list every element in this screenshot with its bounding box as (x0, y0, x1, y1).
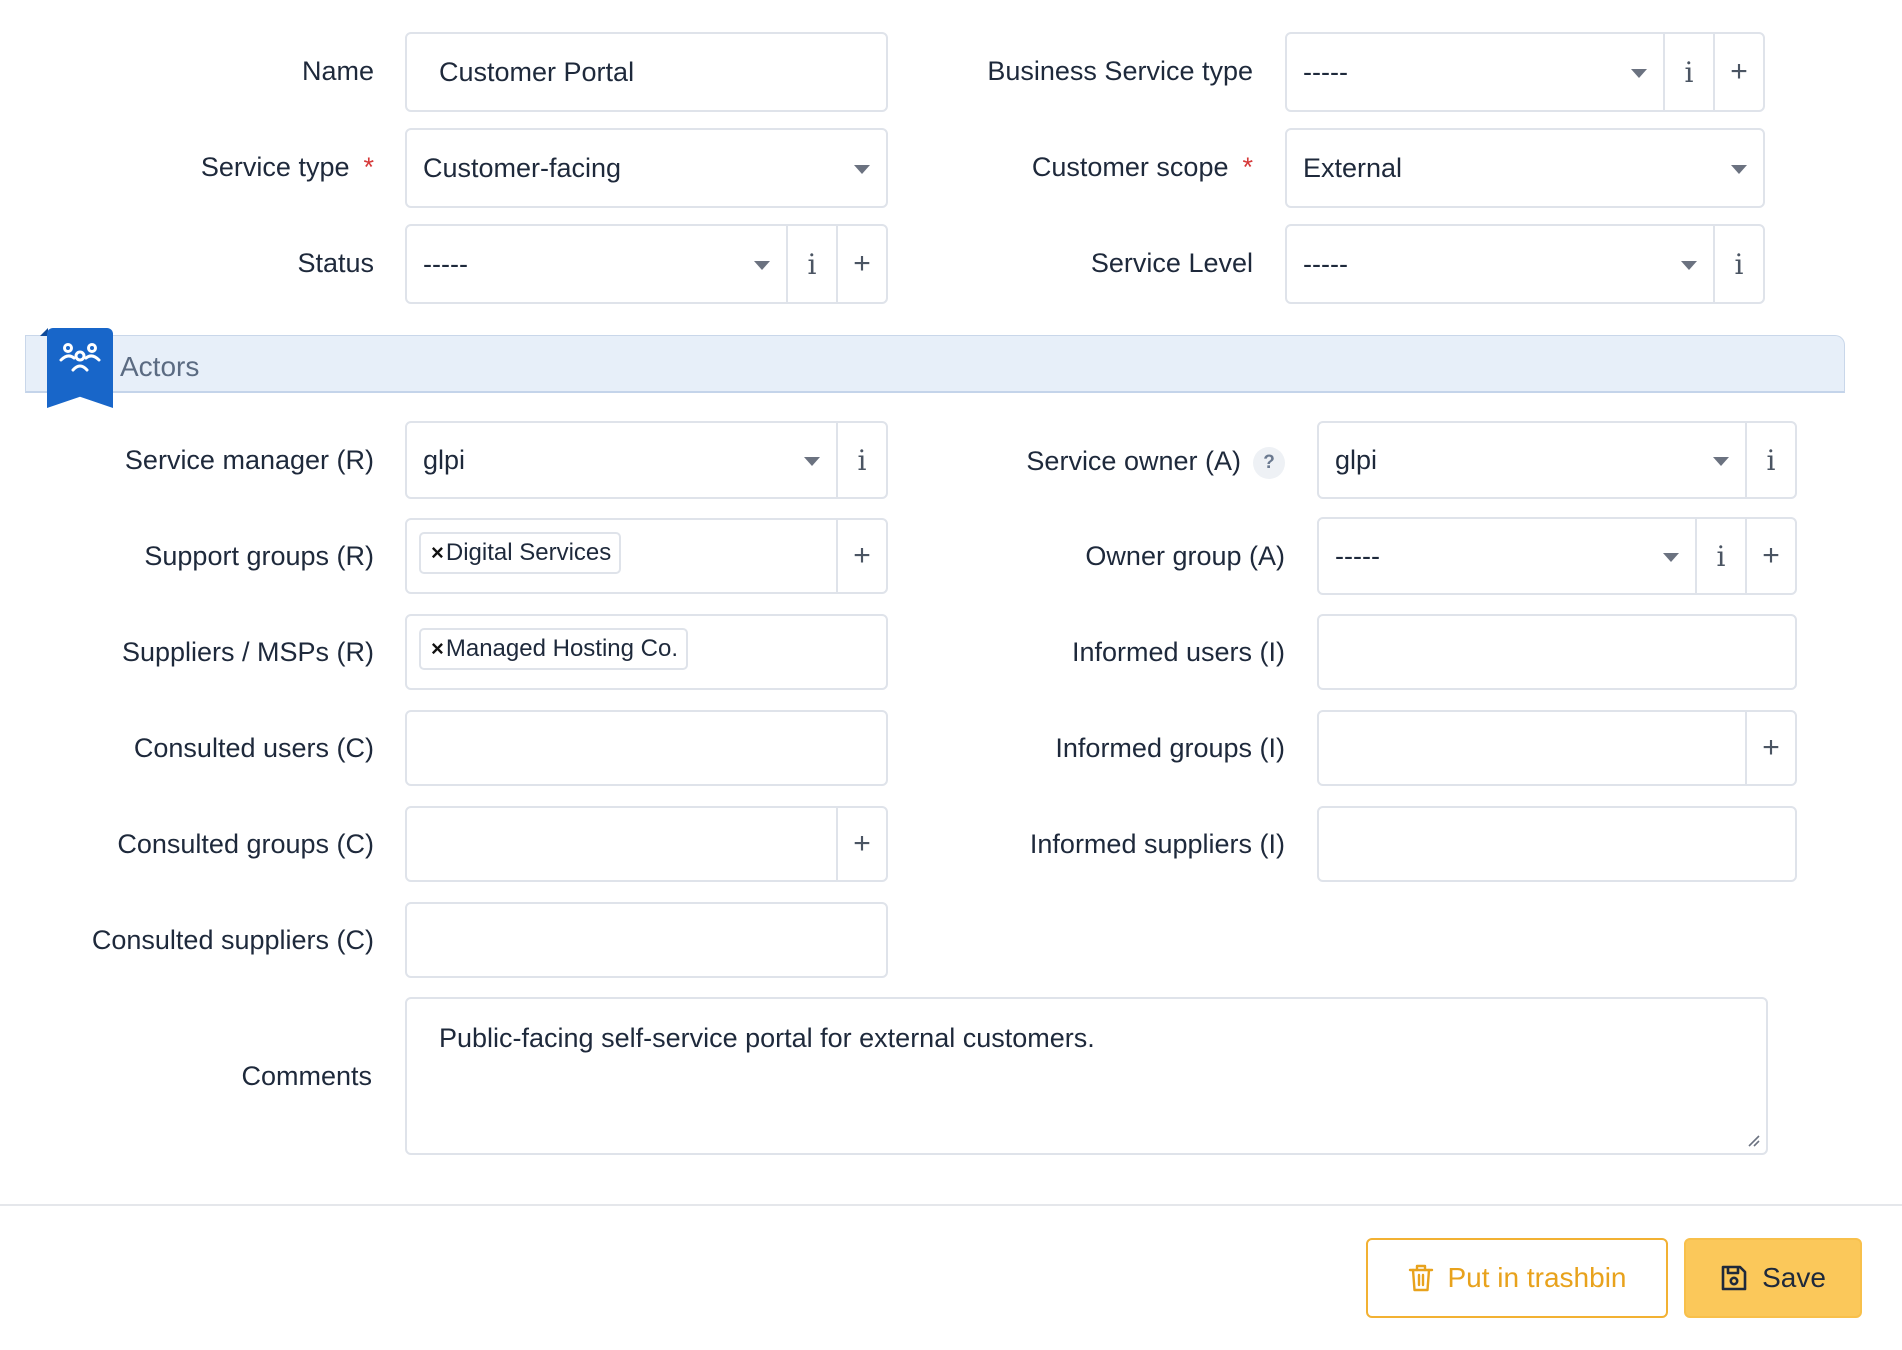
customer-scope-value[interactable]: External (1287, 130, 1763, 206)
chevron-down-icon (1663, 553, 1679, 562)
name-input[interactable]: Customer Portal (405, 32, 888, 112)
owner-group-select[interactable]: ----- i + (1317, 517, 1797, 595)
remove-chip-button[interactable]: × (431, 540, 444, 566)
consulted-users-label: Consulted users (C) (133, 733, 374, 763)
chevron-down-icon (804, 457, 820, 466)
service-type-select[interactable]: Customer-facing (405, 128, 888, 208)
comments-label: Comments (241, 1061, 372, 1091)
service-type-label: Service type * (200, 152, 374, 182)
add-button[interactable]: + (836, 808, 886, 880)
selected-chip: × Digital Services (419, 532, 622, 574)
informed-users-select[interactable] (1317, 614, 1797, 690)
informed-suppliers-label: Informed suppliers (I) (1029, 829, 1285, 859)
actors-section-title[interactable]: Actors (120, 351, 199, 383)
info-button[interactable]: i (1713, 226, 1763, 302)
suppliers-value[interactable]: × Managed Hosting Co. (407, 616, 886, 688)
informed-groups-label: Informed groups (I) (1055, 733, 1285, 763)
consulted-users-value[interactable] (407, 712, 886, 784)
informed-users-value[interactable] (1319, 616, 1795, 688)
required-mark: * (1242, 152, 1253, 182)
customer-scope-label: Customer scope * (1031, 152, 1253, 182)
consulted-users-select[interactable] (405, 710, 888, 786)
service-type-value[interactable]: Customer-facing (407, 130, 886, 206)
informed-groups-value[interactable] (1319, 712, 1745, 784)
info-button[interactable]: i (1663, 34, 1713, 110)
service-owner-select[interactable]: glpi i (1317, 421, 1797, 499)
users-icon-svg (59, 343, 101, 372)
add-button[interactable]: + (836, 520, 886, 592)
floppy-disk-icon (1721, 1265, 1747, 1291)
consulted-groups-label: Consulted groups (C) (117, 829, 374, 859)
info-button[interactable]: i (1745, 423, 1795, 497)
consulted-suppliers-value[interactable] (407, 904, 886, 976)
trash-icon (1408, 1264, 1433, 1292)
chevron-down-icon (754, 261, 770, 270)
footer-divider (0, 1204, 1902, 1206)
support-groups-select[interactable]: × Digital Services + (405, 518, 888, 594)
consulted-groups-select[interactable]: + (405, 806, 888, 882)
users-icon (47, 328, 113, 408)
business-service-type-value[interactable]: ----- (1287, 34, 1663, 110)
resize-handle-icon[interactable] (1746, 1133, 1760, 1147)
name-label: Name (301, 56, 374, 86)
name-value: Customer Portal (439, 56, 635, 87)
informed-users-label: Informed users (I) (1071, 637, 1285, 667)
add-button[interactable]: + (1713, 34, 1763, 110)
selected-chip: × Managed Hosting Co. (419, 628, 688, 670)
put-in-trashbin-button[interactable]: Put in trashbin (1366, 1238, 1668, 1318)
add-button[interactable]: + (1745, 712, 1795, 784)
required-mark: * (363, 152, 374, 182)
save-label: Save (1762, 1262, 1826, 1293)
actors-section-header (25, 335, 1845, 393)
add-button[interactable]: + (1745, 519, 1795, 593)
customer-scope-select[interactable]: External (1285, 128, 1765, 208)
info-button[interactable]: i (836, 423, 886, 497)
chevron-down-icon (854, 165, 870, 174)
suppliers-label: Suppliers / MSPs (R) (121, 637, 374, 667)
trash-label: Put in trashbin (1447, 1262, 1627, 1293)
informed-suppliers-select[interactable] (1317, 806, 1797, 882)
consulted-suppliers-label: Consulted suppliers (C) (91, 925, 374, 955)
help-icon[interactable]: ? (1253, 447, 1285, 479)
info-button[interactable]: i (1695, 519, 1745, 593)
owner-group-value[interactable]: ----- (1319, 519, 1695, 593)
business-service-type-select[interactable]: ----- i + (1285, 32, 1765, 112)
info-button[interactable]: i (786, 226, 836, 302)
service-owner-value[interactable]: glpi (1319, 423, 1745, 497)
owner-group-label: Owner group (A) (1085, 541, 1285, 571)
service-level-label: Service Level (1090, 248, 1253, 278)
service-level-value[interactable]: ----- (1287, 226, 1713, 302)
remove-chip-button[interactable]: × (431, 636, 444, 662)
chevron-down-icon (1713, 457, 1729, 466)
service-manager-select[interactable]: glpi i (405, 421, 888, 499)
informed-groups-select[interactable]: + (1317, 710, 1797, 786)
add-button[interactable]: + (836, 226, 886, 302)
save-button[interactable]: Save (1684, 1238, 1862, 1318)
comments-textarea[interactable]: Public-facing self-service portal for ex… (405, 997, 1768, 1155)
suppliers-select[interactable]: × Managed Hosting Co. (405, 614, 888, 690)
consulted-suppliers-select[interactable] (405, 902, 888, 978)
status-label: Status (297, 248, 374, 278)
service-level-select[interactable]: ----- i (1285, 224, 1765, 304)
business-service-type-label: Business Service type (987, 56, 1253, 86)
informed-suppliers-value[interactable] (1319, 808, 1795, 880)
chevron-down-icon (1731, 165, 1747, 174)
chip-label: Digital Services (445, 539, 612, 566)
service-manager-value[interactable]: glpi (407, 423, 836, 497)
chip-label: Managed Hosting Co. (445, 635, 678, 662)
status-select[interactable]: ----- i + (405, 224, 888, 304)
support-groups-label: Support groups (R) (144, 541, 374, 571)
support-groups-value[interactable]: × Digital Services (407, 520, 836, 592)
comments-value: Public-facing self-service portal for ex… (439, 1023, 1095, 1053)
chevron-down-icon (1681, 261, 1697, 270)
service-owner-label: Service owner (A)? (1026, 447, 1285, 479)
status-value[interactable]: ----- (407, 226, 786, 302)
service-manager-label: Service manager (R) (124, 445, 374, 475)
chevron-down-icon (1631, 69, 1647, 78)
consulted-groups-value[interactable] (407, 808, 836, 880)
